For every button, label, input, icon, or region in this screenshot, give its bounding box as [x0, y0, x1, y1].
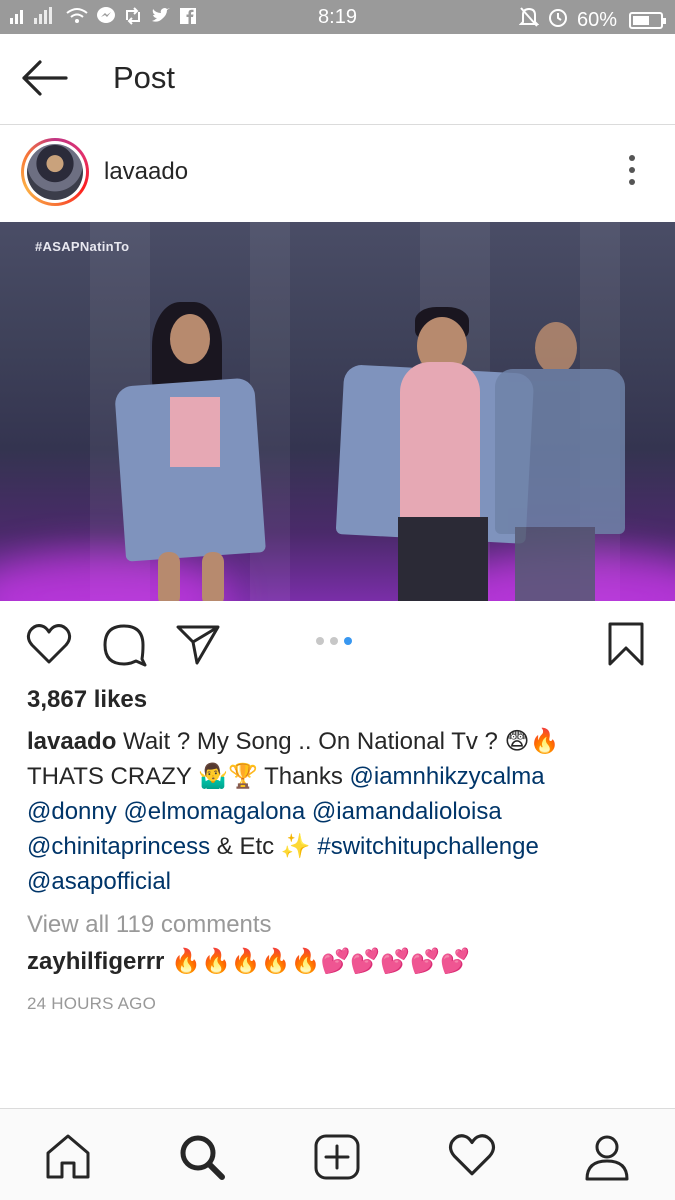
like-button[interactable] — [26, 623, 72, 670]
performer-figure — [490, 317, 670, 601]
bookmark-icon — [608, 622, 644, 666]
likes-count[interactable]: 3,867 likes — [27, 686, 657, 722]
bell-off-icon — [518, 6, 540, 34]
battery-percent: 60% — [576, 8, 617, 31]
nav-activity[interactable] — [448, 1133, 496, 1181]
post-timestamp: 24 HOURS AGO — [27, 994, 156, 1013]
nav-profile[interactable] — [583, 1133, 631, 1181]
caption-text: & Etc ✨ — [210, 833, 318, 860]
mention-link[interactable]: @iamnhikzycalma — [350, 763, 545, 790]
alarm-icon — [547, 6, 569, 34]
vertical-dots-icon — [627, 155, 637, 185]
battery-fill — [633, 15, 649, 25]
arrow-left-icon — [22, 60, 68, 96]
carousel-indicator — [316, 637, 352, 645]
back-button[interactable] — [20, 60, 70, 96]
home-icon — [46, 1134, 90, 1179]
page-title: Post — [113, 60, 176, 95]
post-details: 3,867 likes lavaado Wait ? My Song .. On… — [27, 686, 657, 1014]
status-bar: 8:19 60% — [0, 0, 675, 34]
status-icons-right: 60% — [518, 6, 666, 34]
post-username[interactable]: lavaado — [104, 158, 188, 186]
comment-item: zayhilfigerrr 🔥🔥🔥🔥🔥💕💕💕💕💕 — [27, 947, 657, 976]
mention-link[interactable]: @donny — [27, 798, 117, 825]
battery-icon — [629, 11, 666, 29]
profile-icon — [585, 1135, 629, 1181]
save-button[interactable] — [606, 621, 646, 672]
heart-icon — [448, 1134, 496, 1176]
carousel-dot — [330, 637, 338, 645]
comment-button[interactable] — [102, 623, 148, 672]
hashtag-link[interactable]: #switchitupchallenge — [317, 833, 538, 860]
bottom-navigation — [0, 1108, 675, 1200]
share-button[interactable] — [175, 623, 221, 670]
carousel-dot — [316, 637, 324, 645]
caption-author[interactable]: lavaado — [27, 728, 116, 755]
more-options-button[interactable] — [627, 155, 637, 189]
caption-text: Wait ? My Song .. On National Tv ? 😨🔥 — [116, 728, 560, 755]
comment-text: 🔥🔥🔥🔥🔥💕💕💕💕💕 — [164, 948, 470, 975]
comment-author[interactable]: zayhilfigerrr — [27, 948, 164, 975]
post-caption: lavaado Wait ? My Song .. On National Tv… — [27, 724, 657, 899]
avatar-image — [27, 144, 83, 200]
mention-link[interactable]: @elmomagalona — [123, 798, 305, 825]
post-actions — [0, 601, 675, 683]
post-header: lavaado — [0, 125, 675, 222]
view-all-comments-link[interactable]: View all 119 comments — [27, 911, 657, 939]
mention-link[interactable]: @asapofficial — [27, 868, 171, 895]
nav-add-post[interactable] — [313, 1133, 361, 1181]
performer-figure — [90, 302, 290, 601]
paper-plane-icon — [176, 625, 220, 665]
speech-bubble-icon — [103, 624, 147, 667]
search-icon — [180, 1135, 225, 1180]
media-hashtag-overlay: #ASAPNatinTo — [35, 239, 130, 254]
carousel-dot-active — [344, 637, 352, 645]
add-post-icon — [314, 1134, 360, 1180]
nav-home[interactable] — [44, 1133, 92, 1181]
nav-search[interactable] — [178, 1133, 226, 1181]
mention-link[interactable]: @iamandalioloisa — [312, 798, 502, 825]
top-header: Post — [0, 34, 675, 125]
caption-text: THATS CRAZY 🤷‍♂🏆 Thanks — [27, 763, 350, 790]
mention-link[interactable]: @chinitaprincess — [27, 833, 210, 860]
post-media[interactable]: #ASAPNatinTo — [0, 222, 675, 601]
avatar[interactable] — [21, 138, 89, 206]
heart-icon — [26, 624, 72, 664]
